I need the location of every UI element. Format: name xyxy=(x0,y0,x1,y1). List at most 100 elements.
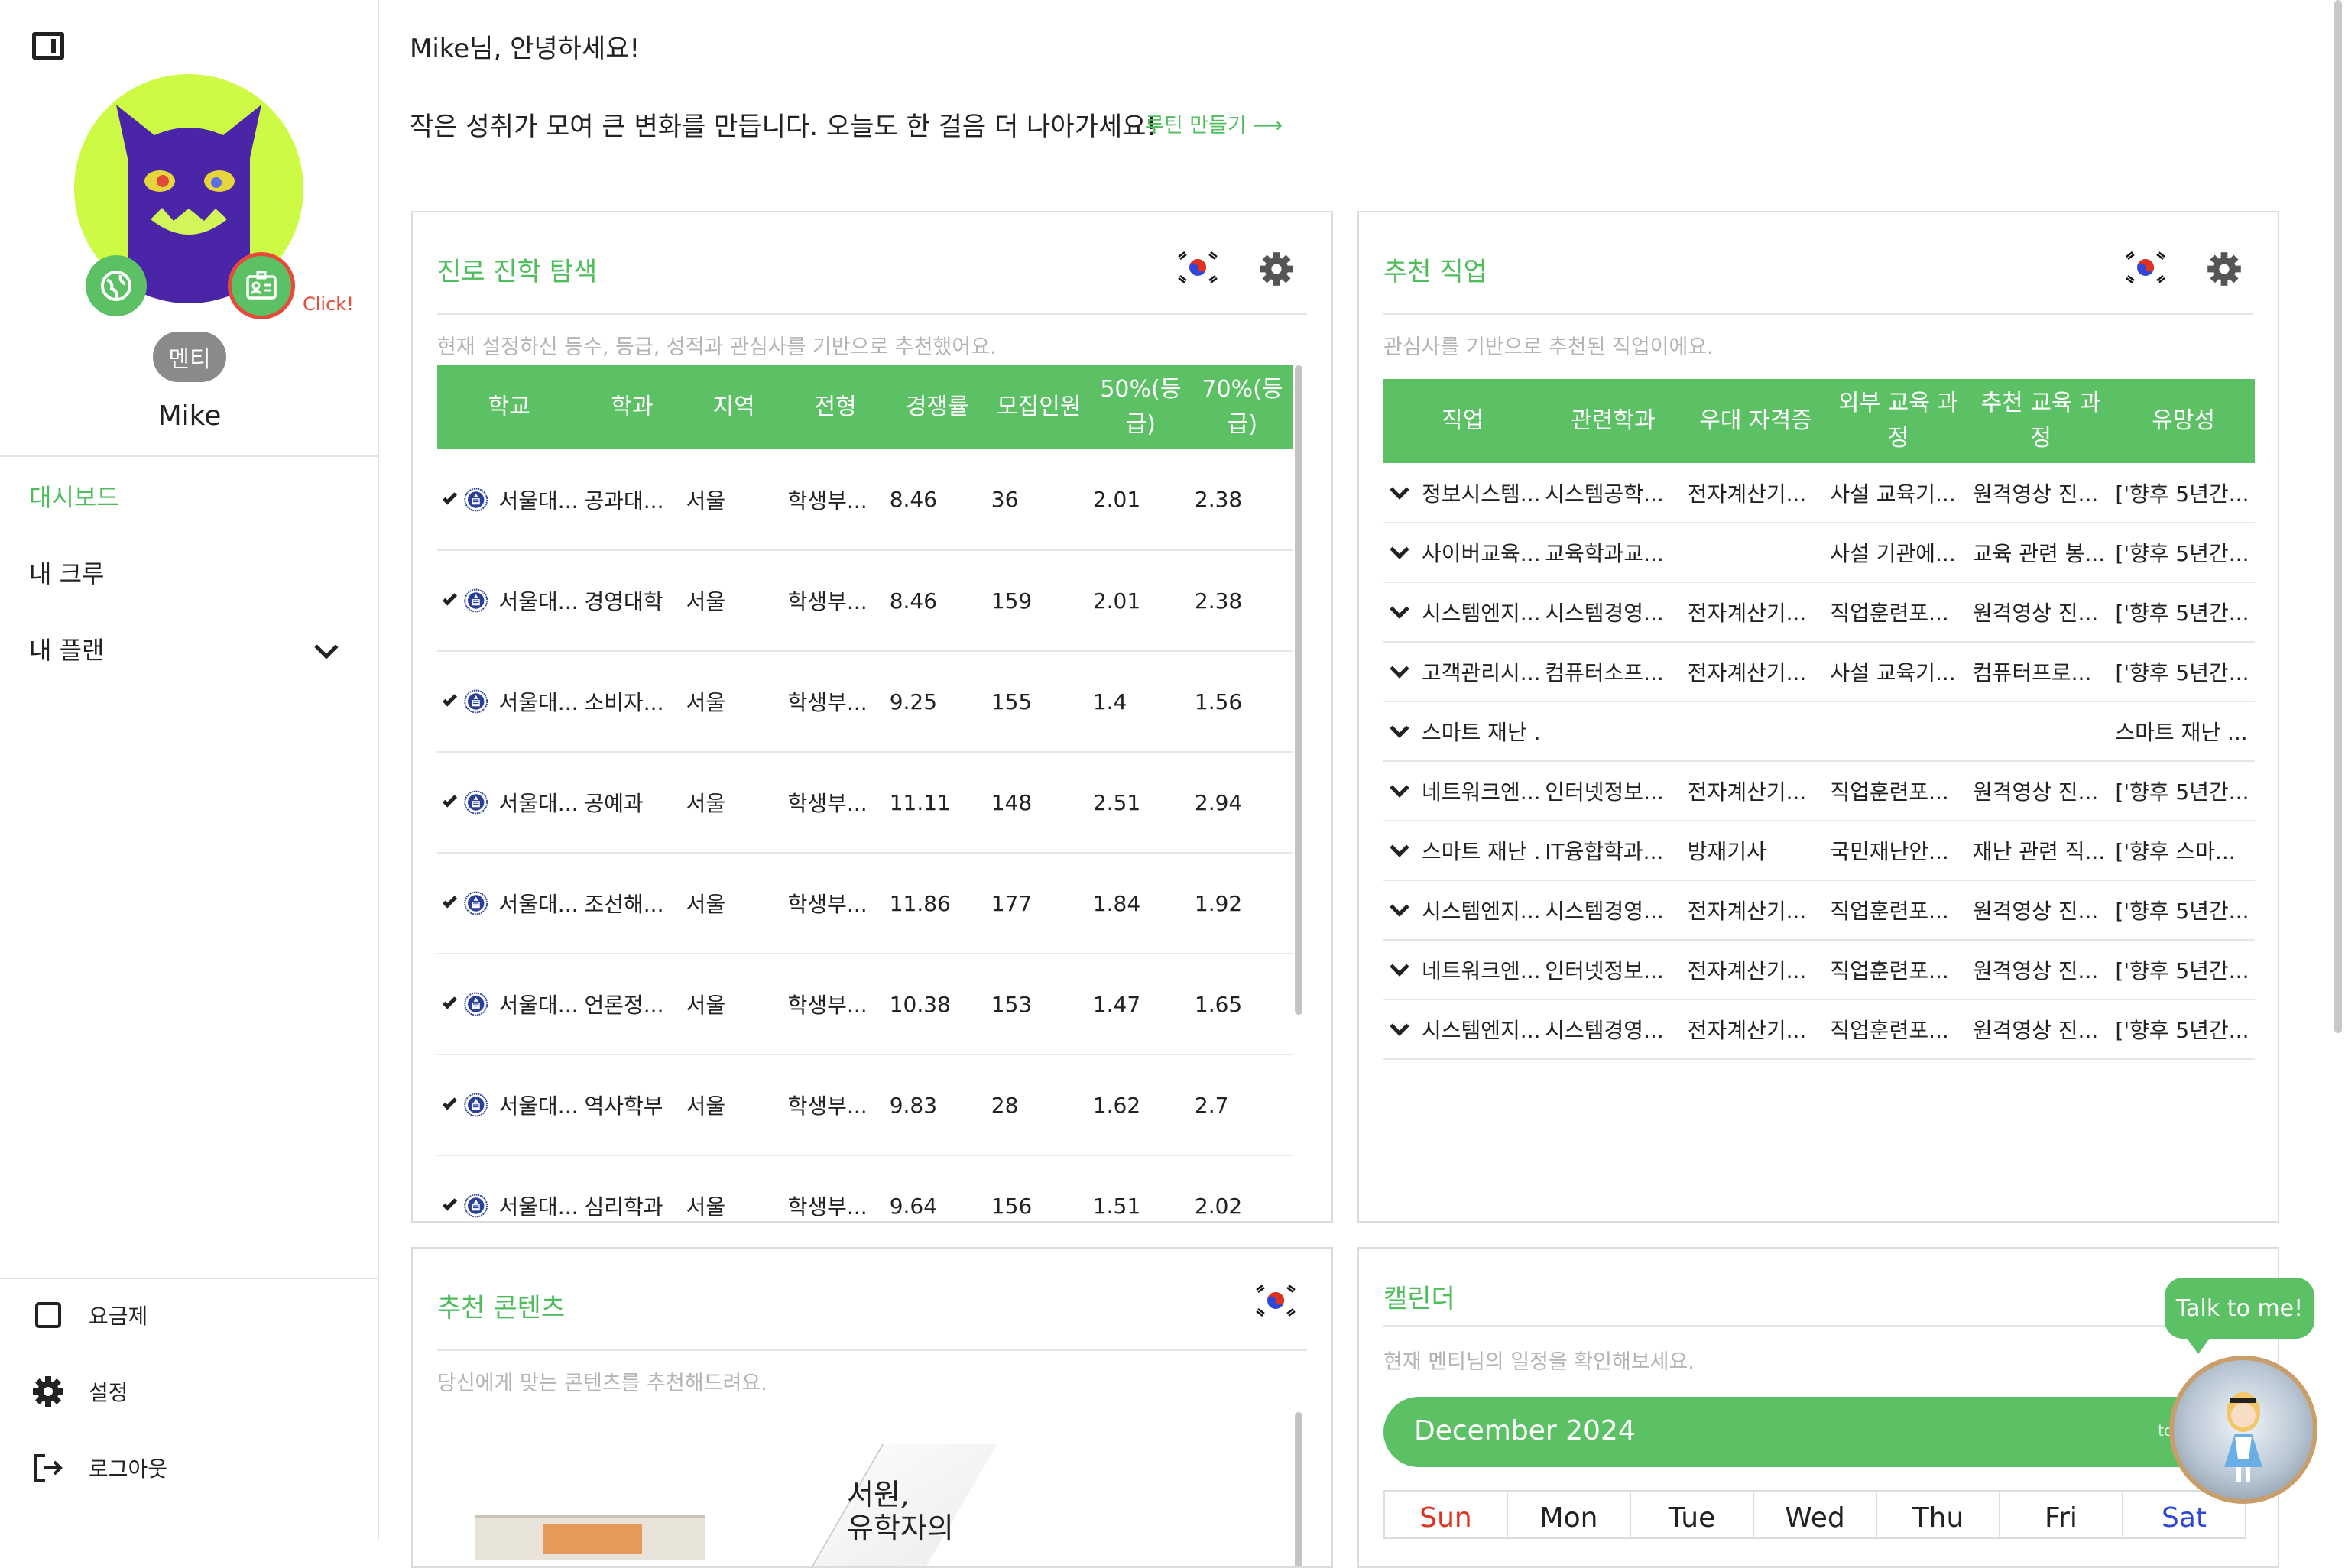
content-thumbnail[interactable] xyxy=(475,1515,705,1560)
job-cell: 시스템경영... xyxy=(1542,582,1685,643)
chevron-down-icon[interactable] xyxy=(442,994,458,1009)
chevron-down-icon[interactable] xyxy=(1390,599,1409,619)
jobs-table: 직업 관련학과 우대 자격증 외부 교육 과정 추천 교육 과정 유망성 정보시… xyxy=(1383,379,2255,1060)
job-cell: 컴퓨터프로... xyxy=(1969,642,2113,702)
job-row[interactable]: 네트워크엔... 인터넷정보... 전자계산기... 직업훈련포... 원격영상 진..… xyxy=(1383,761,2255,821)
chevron-down-icon[interactable] xyxy=(442,893,458,909)
nav-my-plan[interactable]: 내 플랜 xyxy=(29,631,105,666)
col-header[interactable]: 추천 교육 과정 xyxy=(1969,379,2113,463)
chevron-down-icon[interactable] xyxy=(1390,718,1409,738)
career-row[interactable]: 서울대... 소비자... 서울 학생부... 9.25 155 1.4 1.56 xyxy=(437,651,1293,753)
korea-flag-icon[interactable] xyxy=(2123,249,2168,286)
job-row[interactable]: 스마트 재난 ... IT융합학과... 방재기사 국민재난안... 재난 관련 직..… xyxy=(1383,821,2255,881)
job-cell: 직업훈련포... xyxy=(1827,940,1970,1000)
job-row[interactable]: 사이버교육... 교육학과교... 사설 기관에... 교육 관련 봉... ['향후 … xyxy=(1383,523,2255,583)
id-card-button[interactable] xyxy=(228,252,295,319)
gear-icon[interactable] xyxy=(2206,251,2243,287)
chevron-down-icon[interactable] xyxy=(1390,479,1409,500)
pricing-button[interactable]: 요금제 xyxy=(31,1297,148,1333)
chevron-down-icon[interactable] xyxy=(1390,659,1409,679)
career-scrollbar[interactable] xyxy=(1295,365,1302,1015)
chevron-down-icon[interactable] xyxy=(1390,539,1409,559)
school-name: 서울대... xyxy=(498,791,579,816)
nav-dashboard[interactable]: 대시보드 xyxy=(29,478,119,513)
job-row[interactable]: 정보시스템... 시스템공학... 전자계산기... 사설 교육기... 원격영상 진.… xyxy=(1383,463,2255,523)
page-scrollbar[interactable] xyxy=(2334,0,2342,1033)
col-header[interactable]: 유망성 xyxy=(2112,379,2255,463)
school-cell: 서울대... xyxy=(437,449,582,551)
job-cell: ['향후 5년간... xyxy=(2112,999,2255,1060)
chevron-down-icon[interactable] xyxy=(1390,837,1409,857)
chevron-down-icon[interactable] xyxy=(1390,1016,1409,1036)
weekday-mon: Mon xyxy=(1507,1490,1631,1539)
col-header[interactable]: 50%(등급) xyxy=(1089,365,1192,449)
career-cell-type: 학생부... xyxy=(784,853,887,954)
job-cell-title: 시스템엔지... xyxy=(1383,880,1542,941)
calendar-month: December 2024 xyxy=(1414,1415,1636,1447)
career-cell-region: 서울 xyxy=(683,651,785,753)
career-cell-type: 학생부... xyxy=(784,954,887,1055)
col-header[interactable]: 지역 xyxy=(683,365,785,449)
job-cell: 방재기사 xyxy=(1684,821,1828,881)
career-cell-quota: 153 xyxy=(988,954,1090,1055)
settings-label: 설정 xyxy=(89,1380,128,1405)
chevron-down-icon[interactable] xyxy=(442,591,458,606)
col-header[interactable]: 70%(등급) xyxy=(1191,365,1293,449)
card-title: 추천 콘텐츠 xyxy=(437,1293,566,1323)
chevron-down-icon[interactable] xyxy=(442,1196,458,1211)
career-row[interactable]: 서울대... 언론정... 서울 학생부... 10.38 153 1.47 1.65 xyxy=(437,954,1293,1055)
job-cell: 원격영상 진... xyxy=(1969,463,2113,523)
career-cell-type: 학생부... xyxy=(784,752,887,854)
job-row[interactable]: 시스템엔지... 시스템경영... 전자계산기... 직업훈련포... 원격영상 진..… xyxy=(1383,999,2255,1060)
settings-button[interactable]: 설정 xyxy=(31,1374,128,1409)
career-cell-type: 학생부... xyxy=(784,550,887,652)
nav-my-crew[interactable]: 내 크루 xyxy=(29,555,105,590)
chevron-down-icon[interactable] xyxy=(1390,897,1409,917)
sidebar-toggle-icon[interactable] xyxy=(32,32,64,60)
weekday-wed: Wed xyxy=(1753,1490,1877,1539)
career-row[interactable]: 서울대... 공예과 서울 학생부... 11.11 148 2.51 2.94 xyxy=(437,752,1293,854)
job-row[interactable]: 스마트 재난 ... 스마트 재난 ... xyxy=(1383,701,2255,762)
chevron-down-icon[interactable] xyxy=(442,489,458,505)
col-header[interactable]: 경쟁률 xyxy=(886,365,988,449)
sidebar-divider xyxy=(0,455,379,457)
col-header[interactable]: 학교 xyxy=(437,365,582,449)
talk-to-me-bubble[interactable]: Talk to me! xyxy=(2165,1278,2314,1354)
chevron-down-icon[interactable] xyxy=(442,1095,458,1110)
career-row[interactable]: 서울대... 공과대... 서울 학생부... 8.46 36 2.01 2.38 xyxy=(437,449,1293,551)
logout-button[interactable]: 로그아웃 xyxy=(31,1450,167,1485)
career-row[interactable]: 서울대... 경영대학 서울 학생부... 8.46 159 2.01 2.38 xyxy=(437,550,1293,652)
col-header[interactable]: 모집인원 xyxy=(988,365,1090,449)
job-row[interactable]: 시스템엔지... 시스템경영... 전자계산기... 직업훈련포... 원격영상 진..… xyxy=(1383,582,2255,643)
job-row[interactable]: 시스템엔지... 시스템경영... 전자계산기... 직업훈련포... 원격영상 진..… xyxy=(1383,880,2255,941)
gear-icon[interactable] xyxy=(1258,251,1295,287)
create-routine-link[interactable]: 루틴 만들기 ⟶ xyxy=(1145,109,1283,138)
career-cell-p70: 2.02 xyxy=(1191,1155,1293,1221)
col-header[interactable]: 외부 교육 과정 xyxy=(1827,379,1970,463)
col-header[interactable]: 관련학과 xyxy=(1542,379,1685,463)
job-title: 고객관리시... xyxy=(1422,660,1541,685)
col-header[interactable]: 직업 xyxy=(1383,379,1542,463)
chevron-down-icon[interactable] xyxy=(314,635,339,659)
col-header[interactable]: 우대 자격증 xyxy=(1684,379,1828,463)
job-row[interactable]: 네트워크엔... 인터넷정보... 전자계산기... 직업훈련포... 원격영상 진..… xyxy=(1383,940,2255,1000)
career-cell-p70: 1.92 xyxy=(1191,853,1293,954)
chevron-down-icon[interactable] xyxy=(442,692,458,707)
job-cell: 컴퓨터소프... xyxy=(1542,642,1685,702)
col-header[interactable]: 전형 xyxy=(784,365,887,449)
chevron-down-icon[interactable] xyxy=(1390,778,1409,798)
chevron-down-icon[interactable] xyxy=(442,792,458,808)
col-header[interactable]: 학과 xyxy=(581,365,683,449)
chevron-down-icon[interactable] xyxy=(1390,957,1409,977)
job-cell: 사설 기관에... xyxy=(1827,523,1970,583)
korea-flag-icon[interactable] xyxy=(1176,249,1220,286)
globe-button[interactable] xyxy=(86,255,147,316)
korea-flag-icon[interactable] xyxy=(1254,1282,1298,1319)
career-row[interactable]: 서울대... 심리학과 서울 학생부... 9.64 156 1.51 2.02 xyxy=(437,1155,1293,1221)
content-scrollbar[interactable] xyxy=(1295,1412,1302,1566)
job-cell: 원격영상 진... xyxy=(1969,880,2113,941)
career-row[interactable]: 서울대... 조선해... 서울 학생부... 11.86 177 1.84 1.92 xyxy=(437,853,1293,954)
career-row[interactable]: 서울대... 역사학부 서울 학생부... 9.83 28 1.62 2.7 xyxy=(437,1055,1293,1156)
job-row[interactable]: 고객관리시... 컴퓨터소프... 전자계산기... 사설 교육기... 컴퓨터프로..… xyxy=(1383,642,2255,702)
chatbot-avatar[interactable] xyxy=(2169,1356,2317,1504)
